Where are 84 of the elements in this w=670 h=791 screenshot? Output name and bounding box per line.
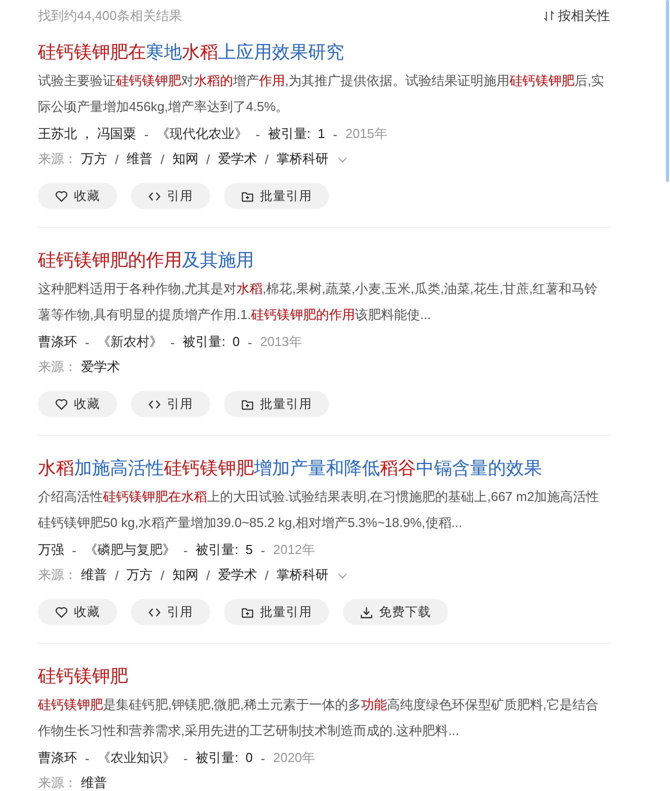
source-label: 来源：	[38, 150, 77, 168]
result-title-link[interactable]: 硅钙镁钾肥的作用及其施用	[38, 247, 254, 273]
journal-name[interactable]: 《磷肥与复肥》	[84, 541, 176, 559]
heart-icon	[55, 190, 68, 202]
download-icon	[360, 606, 373, 618]
separator-text: -	[170, 334, 175, 350]
action-button[interactable]: 批量引用	[224, 183, 329, 209]
source-link[interactable]: 爱学术	[218, 150, 257, 168]
separator-text: -	[183, 542, 188, 558]
journal-name[interactable]: 《农业知识》	[97, 749, 176, 767]
citation-count: 被引量: 0	[182, 333, 240, 351]
separator-text: -	[85, 750, 90, 766]
separator-text: -	[260, 750, 266, 766]
action-button[interactable]: 收藏	[38, 391, 117, 417]
separator-text: -	[260, 542, 266, 558]
publication-year: 2013年	[260, 333, 302, 351]
source-label: 来源：	[38, 774, 77, 791]
publication-year: 2015年	[345, 125, 388, 143]
source-link[interactable]: 爱学术	[81, 358, 120, 376]
result-count: 找到约44,400条相关结果	[38, 7, 182, 25]
source-link[interactable]: 维普	[126, 150, 153, 168]
result-title-link[interactable]: 水稻加施高活性硅钙镁钾肥增加产量和降低稻谷中镉含量的效果	[38, 455, 542, 481]
source-link[interactable]: 爱学术	[218, 566, 257, 584]
separator-text: -	[85, 334, 90, 350]
separator-text: -	[256, 126, 260, 142]
action-button[interactable]: 免费下载	[343, 599, 448, 625]
author-name[interactable]: 万强	[38, 541, 64, 559]
folder-plus-icon	[241, 398, 254, 410]
sort-icon	[543, 10, 555, 22]
separator-text: /	[264, 152, 268, 166]
author-name[interactable]: 曹涤环	[38, 333, 77, 351]
journal-name[interactable]: 《新农村》	[97, 333, 162, 351]
source-link[interactable]: 维普	[81, 774, 107, 791]
code-icon	[148, 606, 161, 618]
citation-count: 被引量: 0	[196, 749, 253, 767]
result-title-link[interactable]: 硅钙镁钾肥在寒地水稻上应用效果研究	[38, 39, 344, 65]
author-name[interactable]: 曹涤环	[38, 749, 77, 767]
code-icon	[148, 190, 161, 202]
folder-plus-icon	[241, 190, 254, 202]
separator-text: -	[183, 750, 188, 766]
abstract-text: 硅钙镁钾肥是集硅钙肥,钾镁肥,微肥,稀土元素于一体的多功能高纯度绿色环保型矿质肥料,它是结合作物生长习性和营养需求,采用先进的工艺研制技术制造而成的.这种肥料...	[38, 696, 600, 740]
action-button[interactable]: 批量引用	[224, 391, 329, 417]
separator-text: /	[206, 568, 210, 582]
scrollbar[interactable]	[666, 0, 669, 182]
heart-icon	[55, 398, 68, 410]
source-link[interactable]: 维普	[81, 566, 107, 584]
action-button[interactable]: 批量引用	[224, 599, 329, 625]
separator-text: -	[144, 126, 149, 142]
source-link[interactable]: 掌桥科研	[276, 150, 328, 168]
abstract-text: 试验主要验证硅钙镁钾肥对水稻的增产作用,为其推广提供依据。试验结果证明施用硅钙镁钾肥后,实际公顷产量增加456kg,增产率达到了4.5%。	[38, 72, 606, 116]
action-button[interactable]: 引用	[131, 391, 210, 417]
source-link[interactable]: 万方	[126, 566, 153, 584]
source-link[interactable]: 掌桥科研	[276, 566, 328, 584]
action-button[interactable]: 引用	[131, 599, 210, 625]
abstract-text: 这种肥料适用于各种作物,尤其是对水稻,棉花,果树,蔬菜,小麦,玉米,瓜类,油菜,花生,甘蔗,红薯和马铃薯等作物,具有明显的提质增产作用.1.硅钙镁钾肥的作用该肥料能使...	[38, 280, 599, 324]
publication-year: 2020年	[273, 749, 316, 767]
publication-year: 2012年	[273, 541, 316, 559]
action-button[interactable]: 引用	[131, 183, 210, 209]
heart-icon	[55, 606, 68, 618]
citation-count: 被引量: 5	[196, 541, 253, 559]
separator-text: -	[248, 334, 252, 350]
source-link[interactable]: 知网	[172, 150, 198, 168]
action-button[interactable]: 收藏	[38, 599, 117, 625]
citation-count: 被引量: 1	[268, 125, 325, 143]
separator-text: /	[160, 568, 164, 582]
source-label: 来源：	[38, 358, 77, 376]
abstract-text: 介绍高活性硅钙镁钾肥在水稻上的大田试验.试验结果表明,在习惯施肥的基础上,667 m2加施高活性硅钙镁钾肥50 kg,水稻产量增加39.0~85.2 kg,相对增产5.3%~18.9%,使稻...	[38, 488, 600, 532]
source-label: 来源：	[38, 566, 77, 584]
separator-text: /	[264, 568, 268, 582]
separator-text: /	[115, 152, 119, 166]
source-link[interactable]: 万方	[81, 150, 107, 168]
sort-button[interactable]: 按相关性	[543, 7, 610, 25]
separator-text: /	[206, 152, 210, 166]
code-icon	[148, 398, 161, 410]
folder-plus-icon	[241, 606, 254, 618]
result-title-link[interactable]: 硅钙镁钾肥	[38, 663, 128, 689]
action-button[interactable]: 收藏	[38, 183, 117, 209]
separator-text: /	[160, 152, 164, 166]
separator-text: -	[333, 126, 338, 142]
author-name[interactable]: 王苏北 ， 冯国粟	[38, 125, 136, 143]
separator-text: -	[72, 542, 76, 558]
journal-name[interactable]: 《现代化农业》	[156, 125, 248, 143]
source-link[interactable]: 知网	[172, 566, 198, 584]
separator-text: /	[115, 568, 119, 582]
